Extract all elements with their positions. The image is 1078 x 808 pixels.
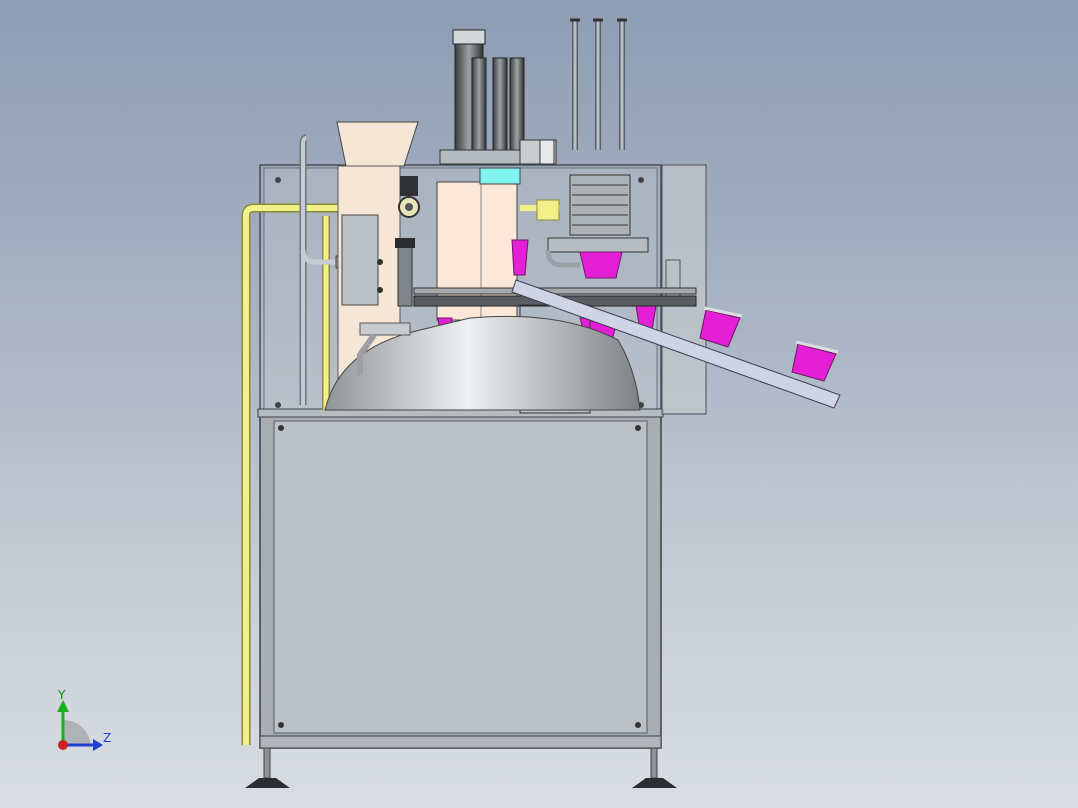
dome-tank: [324, 315, 641, 411]
leveling-feet: [245, 747, 677, 788]
triad-y-label: Y: [58, 688, 66, 702]
cad-viewport[interactable]: Y Z: [0, 0, 1078, 808]
coordinate-triad: [57, 700, 103, 751]
model-canvas[interactable]: [0, 0, 1078, 808]
lower-cabinet: [259, 413, 662, 749]
servo-motors: [439, 29, 557, 165]
triad-z-label: Z: [103, 731, 112, 745]
